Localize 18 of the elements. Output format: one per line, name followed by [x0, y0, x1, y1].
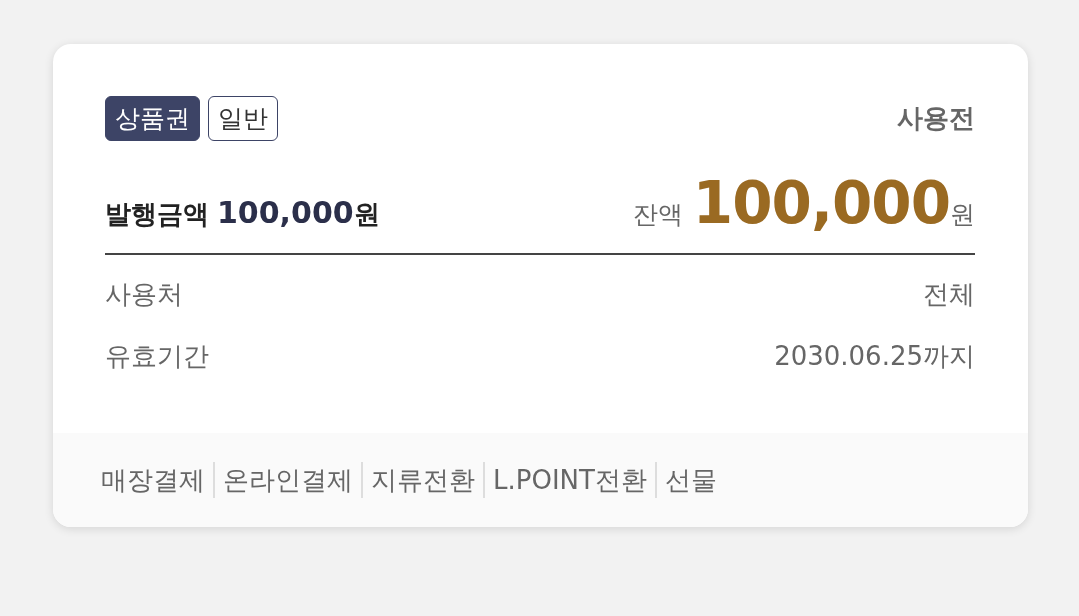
currency-unit: 원: [353, 199, 380, 229]
action-link[interactable]: 매장결제: [101, 462, 205, 498]
detail-value: 전체: [923, 278, 975, 311]
balance-label: 잔액: [632, 200, 683, 229]
currency-unit: 원: [950, 200, 975, 229]
detail-label: 유효기간: [105, 340, 209, 373]
detail-label: 사용처: [105, 278, 183, 311]
action-link[interactable]: 지류전환: [371, 462, 475, 498]
category-tag: 상품권: [105, 96, 200, 141]
issue-amount: 100,000: [217, 195, 354, 230]
action-link[interactable]: L.POINT전환: [493, 462, 647, 498]
status-label: 사용전: [897, 102, 975, 135]
category-tag: 일반: [208, 96, 278, 141]
action-link[interactable]: 온라인결제: [223, 462, 353, 498]
issue-amount-label: 발행금액: [105, 199, 209, 229]
detail-value: 2030.06.25까지: [774, 340, 975, 373]
action-link[interactable]: 선물: [664, 462, 717, 498]
balance-amount: 100,000: [692, 169, 950, 237]
